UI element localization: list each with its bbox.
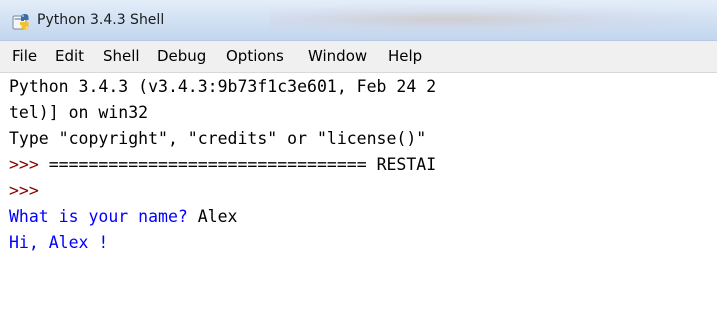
program-output-greeting: Hi, Alex !	[9, 233, 109, 252]
menu-help[interactable]: Help	[388, 47, 422, 65]
python-icon[interactable]	[12, 13, 30, 31]
program-output-question: What is your name?	[9, 207, 198, 226]
user-input-answer: Alex	[197, 207, 238, 226]
shell-prompt: >>>	[9, 155, 49, 174]
menu-window[interactable]: Window	[308, 47, 367, 65]
menu-debug[interactable]: Debug	[157, 47, 206, 65]
menu-bar: File Edit Shell Debug Options Window Hel…	[0, 41, 717, 73]
python-shell-window: Python 3.4.3 Shell File Edit Shell Debug…	[0, 0, 717, 334]
menu-file[interactable]: File	[12, 47, 37, 65]
shell-prompt-line: >>>	[9, 181, 39, 200]
restart-line: >>> ================================ RES…	[9, 155, 436, 175]
window-title: Python 3.4.3 Shell	[37, 12, 165, 28]
banner-line-1: Python 3.4.3 (v3.4.3:9b73f1c3e601, Feb 2…	[9, 77, 437, 96]
question-line: What is your name? Alex	[9, 207, 238, 227]
restart-banner: ================================ RESTAI	[48, 155, 437, 174]
title-bar[interactable]: Python 3.4.3 Shell	[0, 0, 717, 41]
banner-line-2: tel)] on win32	[9, 103, 149, 122]
menu-edit[interactable]: Edit	[55, 47, 84, 65]
menu-shell[interactable]: Shell	[103, 47, 140, 65]
shell-text-area[interactable]: Python 3.4.3 (v3.4.3:9b73f1c3e601, Feb 2…	[0, 73, 717, 334]
banner-line-3: Type "copyright", "credits" or "license(…	[9, 129, 427, 148]
menu-options[interactable]: Options	[226, 47, 284, 65]
title-bar-glow	[270, 4, 710, 34]
